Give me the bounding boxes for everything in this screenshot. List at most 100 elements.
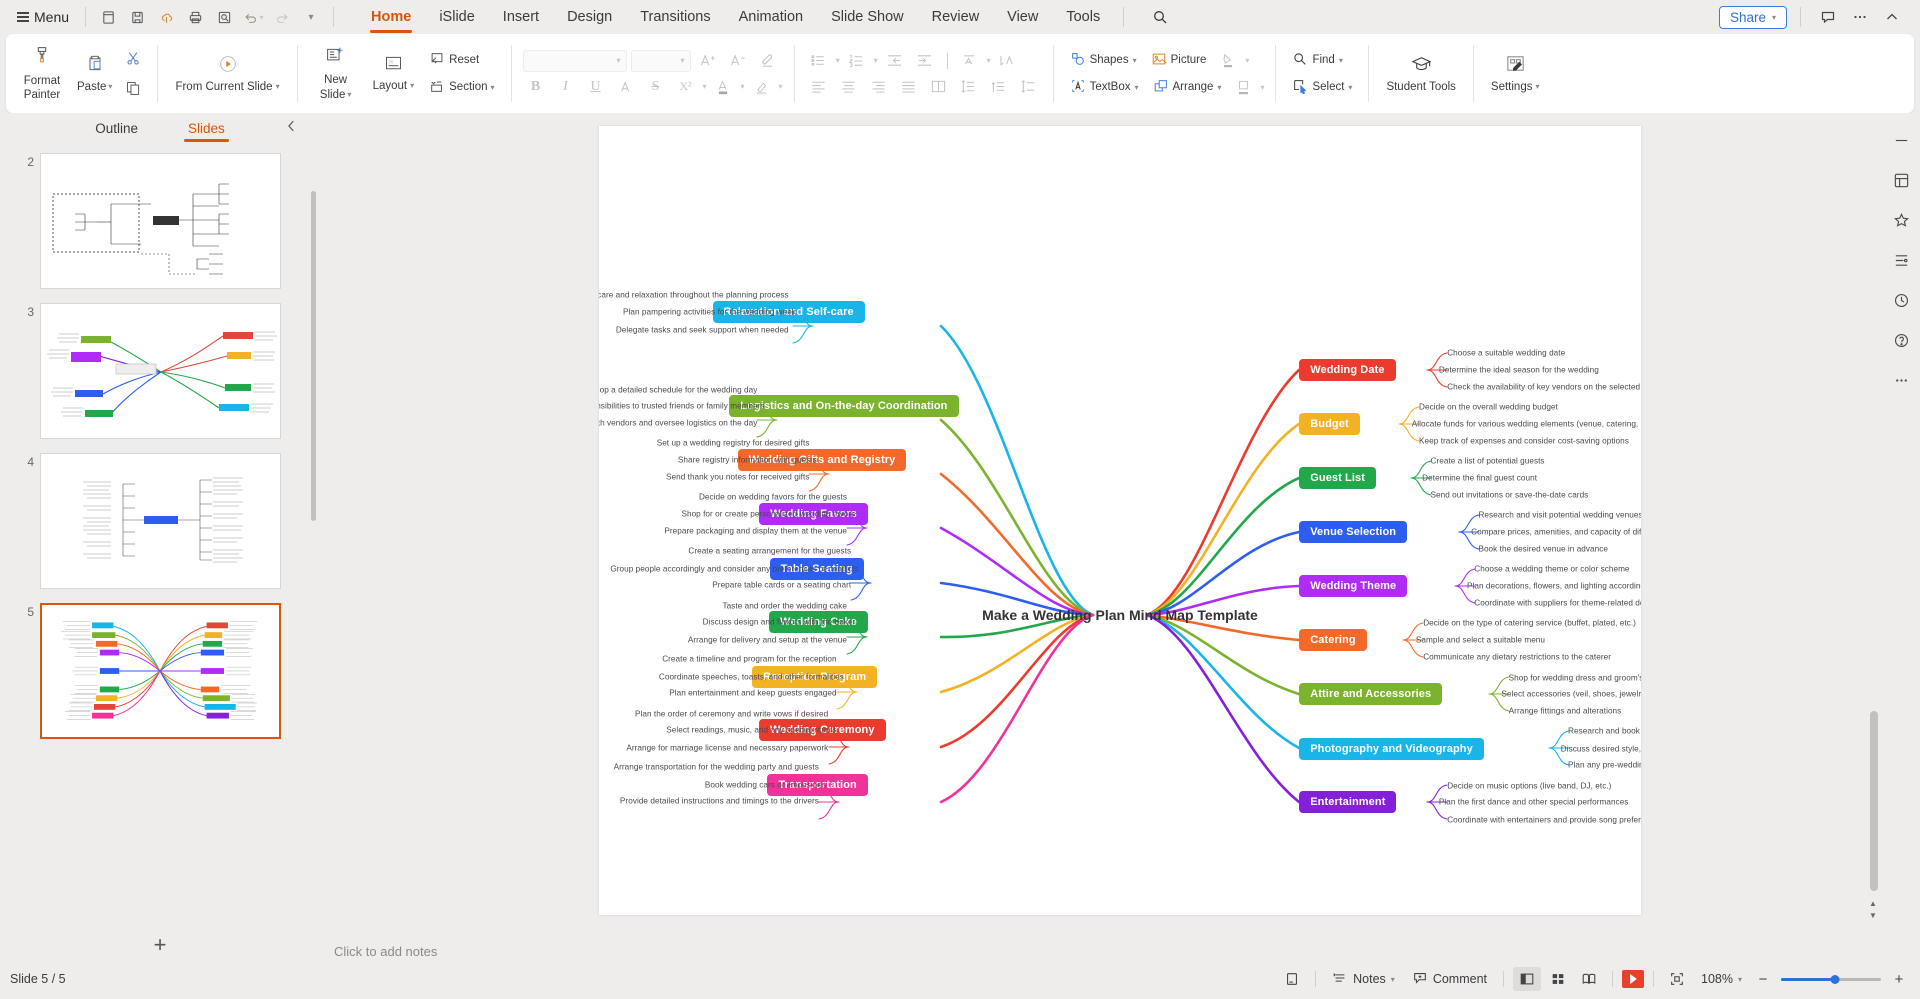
decrease-indent-icon[interactable] xyxy=(882,49,908,73)
copy-icon[interactable] xyxy=(120,77,146,101)
section-button[interactable]: Section ▾ xyxy=(424,75,499,100)
tab-home[interactable]: Home xyxy=(357,3,425,33)
slide-thumbnail-list[interactable]: 2 3 4 5 xyxy=(0,143,320,925)
canvas-scrollbar[interactable] xyxy=(1870,121,1878,927)
chevron-down-icon[interactable]: ▾ xyxy=(874,56,878,65)
print-preview-icon[interactable] xyxy=(211,4,237,30)
history-icon[interactable] xyxy=(1888,287,1914,313)
tab-islide[interactable]: iSlide xyxy=(425,3,488,32)
collapse-ribbon-icon[interactable] xyxy=(1878,4,1906,30)
bold-icon[interactable]: B xyxy=(523,75,549,99)
comment-icon[interactable] xyxy=(1814,4,1842,30)
cloud-sync-icon[interactable] xyxy=(153,4,179,30)
tab-insert[interactable]: Insert xyxy=(489,3,553,32)
picture-button[interactable]: Picture xyxy=(1146,48,1212,73)
panel-toggle-icon[interactable] xyxy=(1888,127,1914,153)
align-center-icon[interactable] xyxy=(836,75,862,99)
new-slide-button[interactable]: New Slide ▾ xyxy=(309,34,363,113)
align-tools-icon[interactable] xyxy=(1888,247,1914,273)
tab-slides[interactable]: Slides xyxy=(184,117,229,142)
normal-view-icon[interactable] xyxy=(1513,967,1541,991)
align-right-icon[interactable] xyxy=(866,75,892,99)
search-icon[interactable] xyxy=(1147,4,1173,30)
slide-thumbnail[interactable] xyxy=(40,303,281,439)
slide-thumbnail[interactable] xyxy=(40,453,281,589)
tab-view[interactable]: View xyxy=(993,3,1052,32)
redo-icon[interactable] xyxy=(269,4,295,30)
list-item[interactable]: 3 xyxy=(0,299,320,449)
chevron-down-icon[interactable]: ▾ xyxy=(703,82,707,91)
undo-icon[interactable]: ▾ xyxy=(240,4,266,30)
mindmap-node-entertainment[interactable]: Entertainment xyxy=(1299,791,1397,814)
save-icon[interactable] xyxy=(124,4,150,30)
tab-slide-show[interactable]: Slide Show xyxy=(817,3,918,32)
start-slideshow-button[interactable] xyxy=(1622,970,1644,988)
clear-formatting-icon[interactable] xyxy=(755,49,781,73)
font-family-select[interactable]: ▾ xyxy=(522,49,627,72)
format-painter-button[interactable]: Format Painter xyxy=(15,34,69,113)
fit-to-window-icon[interactable] xyxy=(1663,967,1691,991)
share-button[interactable]: Share ▾ xyxy=(1718,5,1787,29)
scroll-down-arrow-icon[interactable]: ▼ xyxy=(1868,911,1878,920)
zoom-level-button[interactable]: 108% ▾ xyxy=(1694,969,1749,989)
chevron-down-icon[interactable]: ▾ xyxy=(987,56,991,65)
highlight-color-icon[interactable] xyxy=(749,75,775,99)
add-slide-button[interactable]: + xyxy=(154,934,167,956)
mindmap-node-guest-list[interactable]: Guest List xyxy=(1299,466,1377,489)
mindmap-node-photography-and-videography[interactable]: Photography and Videography xyxy=(1299,737,1484,760)
zoom-slider-knob[interactable] xyxy=(1830,974,1840,984)
collapse-panel-icon[interactable] xyxy=(285,119,298,137)
cut-icon[interactable] xyxy=(120,47,146,71)
shapes-button[interactable]: Shapes ▾ xyxy=(1065,48,1142,73)
notes-button[interactable]: Notes ▾ xyxy=(1325,967,1402,992)
align-text-icon[interactable] xyxy=(995,49,1021,73)
notes-pane[interactable]: Click to add notes xyxy=(320,937,1882,965)
new-file-icon[interactable] xyxy=(95,4,121,30)
tab-review[interactable]: Review xyxy=(918,3,994,32)
more-tools-icon[interactable] xyxy=(1888,367,1914,393)
slide-thumbnail-selected[interactable] xyxy=(40,603,281,739)
columns-icon[interactable] xyxy=(926,75,952,99)
print-icon[interactable] xyxy=(182,4,208,30)
slide-thumbnail[interactable] xyxy=(40,153,281,289)
design-ideas-icon[interactable] xyxy=(1888,167,1914,193)
reading-view-icon[interactable] xyxy=(1575,967,1603,991)
italic-icon[interactable]: I xyxy=(553,75,579,99)
chevron-down-icon[interactable]: ▾ xyxy=(741,82,745,91)
font-color-icon[interactable] xyxy=(711,75,737,99)
numbered-list-icon[interactable] xyxy=(844,49,870,73)
justify-icon[interactable] xyxy=(896,75,922,99)
comment-button[interactable]: Comment xyxy=(1405,967,1494,992)
more-quick-icon[interactable]: ▾ xyxy=(298,4,324,30)
chevron-down-icon[interactable]: ▾ xyxy=(779,82,783,91)
zoom-in-button[interactable]: + xyxy=(1888,971,1910,988)
paste-button[interactable]: Paste ▾ xyxy=(73,51,116,97)
bulleted-list-icon[interactable] xyxy=(806,49,832,73)
mindmap-node-catering[interactable]: Catering xyxy=(1299,629,1367,652)
reset-button[interactable]: Reset xyxy=(424,48,499,73)
increase-font-size-icon[interactable] xyxy=(695,49,721,73)
font-size-select[interactable]: ▾ xyxy=(630,49,691,72)
chevron-down-icon[interactable]: ▾ xyxy=(1245,56,1249,65)
text-direction-icon[interactable] xyxy=(957,49,983,73)
mindmap-node-budget[interactable]: Budget xyxy=(1299,413,1360,436)
chevron-down-icon[interactable]: ▾ xyxy=(1260,83,1264,92)
shape-fill-icon[interactable] xyxy=(1215,48,1241,72)
slide-sorter-icon[interactable] xyxy=(1544,967,1572,991)
list-item[interactable]: 4 xyxy=(0,449,320,599)
list-item[interactable]: 5 xyxy=(0,599,320,749)
zoom-out-button[interactable]: − xyxy=(1752,971,1774,988)
superscript-icon[interactable]: X² xyxy=(673,75,699,99)
slide-panel-scrollbar[interactable] xyxy=(311,191,316,521)
find-button[interactable]: Find ▾ xyxy=(1287,48,1357,73)
underline-icon[interactable]: U xyxy=(583,75,609,99)
tab-design[interactable]: Design xyxy=(553,3,626,32)
select-button[interactable]: Select ▾ xyxy=(1287,75,1357,100)
layout-button[interactable]: Layout ▾ xyxy=(367,34,421,113)
tab-animation[interactable]: Animation xyxy=(725,3,817,32)
magic-star-icon[interactable] xyxy=(1888,207,1914,233)
slide-canvas[interactable]: Make a Wedding Plan Mind Map Template We… xyxy=(599,126,1641,915)
list-item[interactable]: 2 xyxy=(0,149,320,299)
student-tools-button[interactable]: Student Tools xyxy=(1380,34,1461,113)
chevron-down-icon[interactable]: ▾ xyxy=(836,56,840,65)
